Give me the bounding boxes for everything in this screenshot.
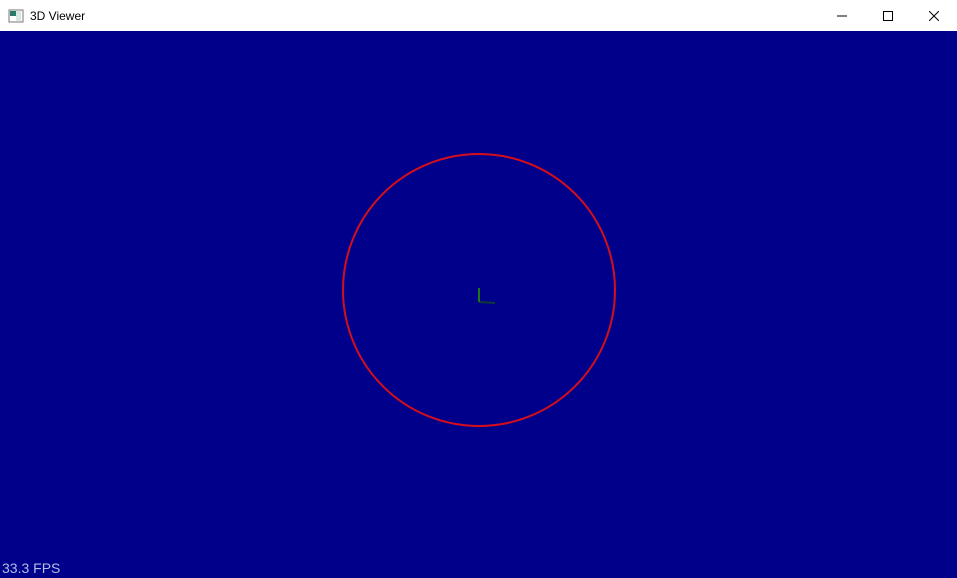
window-title: 3D Viewer bbox=[30, 9, 819, 23]
viewport-3d[interactable]: 33.3 FPS bbox=[0, 31, 957, 578]
axis-gizmo bbox=[461, 284, 497, 320]
close-button[interactable] bbox=[911, 0, 957, 31]
app-icon bbox=[8, 8, 24, 24]
maximize-button[interactable] bbox=[865, 0, 911, 31]
window-controls bbox=[819, 0, 957, 31]
fps-counter: 33.3 FPS bbox=[2, 560, 60, 576]
minimize-button[interactable] bbox=[819, 0, 865, 31]
titlebar: 3D Viewer bbox=[0, 0, 957, 31]
